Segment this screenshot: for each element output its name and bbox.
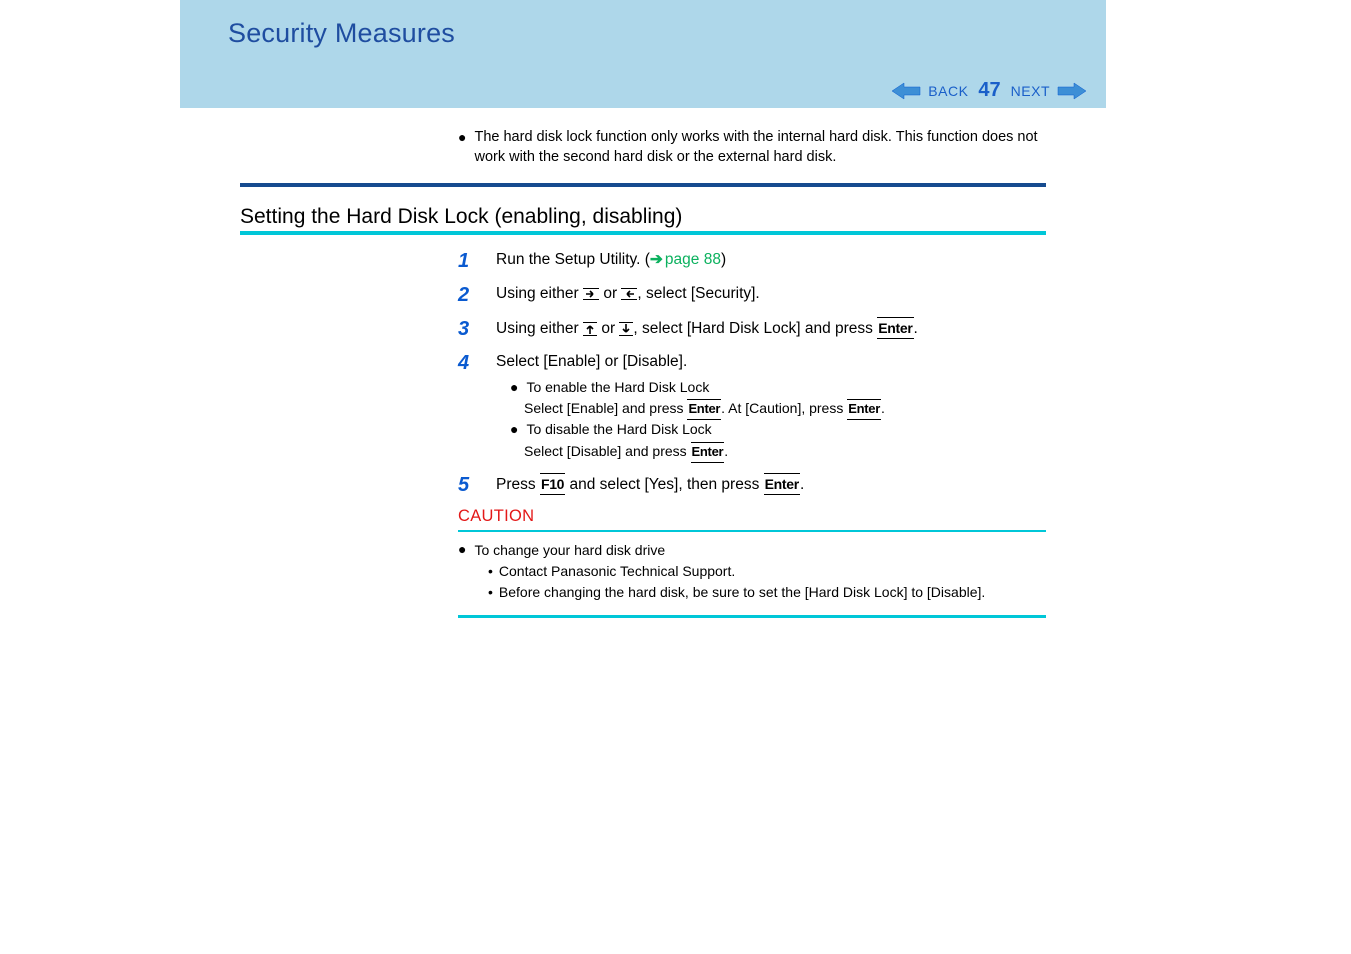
down-arrow-key-icon — [619, 322, 633, 336]
enter-key-icon: Enter — [877, 317, 913, 339]
step-text: . — [914, 320, 918, 337]
step-4: 4 Select [Enable] or [Disable]. ● To ena… — [458, 351, 1046, 463]
divider-dark — [240, 183, 1046, 187]
page-link[interactable]: page 88 — [665, 251, 721, 268]
enter-key-icon: Enter — [764, 473, 800, 495]
step-text: . — [800, 476, 804, 493]
enter-key-icon: Enter — [847, 399, 881, 420]
caution-label: CAUTION — [458, 507, 1086, 526]
step-text: . — [724, 443, 728, 459]
step-text: Using either — [496, 285, 583, 302]
sub-bullet-text: Select [Disable] and press Enter. — [524, 441, 1046, 463]
sub-bullets: ● To enable the Hard Disk Lock Select [E… — [510, 378, 1046, 463]
caution-sub-text: Before changing the hard disk, be sure t… — [499, 582, 985, 603]
next-button[interactable]: NEXT — [1011, 83, 1050, 99]
caution-block: ● To change your hard disk drive • Conta… — [458, 540, 1046, 603]
step-number: 5 — [458, 473, 496, 497]
page: Security Measures BACK 47 NEXT ● The har… — [0, 0, 1162, 618]
step-number: 4 — [458, 351, 496, 375]
bullet-icon: • — [488, 582, 493, 603]
bullet-icon: ● — [458, 540, 466, 561]
divider-cyan — [458, 530, 1046, 532]
step-body: Select [Enable] or [Disable]. ● To enabl… — [496, 351, 1046, 463]
nav-strip: BACK 47 NEXT — [892, 79, 1086, 102]
step-number: 2 — [458, 283, 496, 307]
enter-key-icon: Enter — [691, 442, 725, 463]
step-text: ) — [721, 251, 726, 268]
step-body: Using either or , select [Security]. — [496, 283, 1046, 305]
step-body: Press F10 and select [Yes], then press E… — [496, 473, 1046, 496]
step-text: Select [Enable] or [Disable]. — [496, 353, 687, 370]
step-number: 3 — [458, 317, 496, 341]
step-text: Press — [496, 476, 540, 493]
section-heading: Setting the Hard Disk Lock (enabling, di… — [240, 205, 1086, 229]
step-1: 1 Run the Setup Utility. (➔page 88) — [458, 249, 1046, 273]
enter-key-icon: Enter — [687, 399, 721, 420]
right-arrow-key-icon — [583, 288, 599, 300]
bullet-icon: ● — [510, 378, 518, 397]
step-text: and select [Yes], then press — [565, 476, 763, 493]
step-text: Run the Setup Utility. ( — [496, 251, 650, 268]
step-body: Using either or , select [Hard Disk Lock… — [496, 317, 1046, 340]
link-arrow-icon: ➔ — [650, 251, 663, 268]
step-3: 3 Using either or , select [Hard Disk Lo… — [458, 317, 1046, 341]
step-text: Select [Disable] and press — [524, 443, 691, 459]
sub-bullet-text: Select [Enable] and press Enter. At [Cau… — [524, 398, 1046, 420]
step-5: 5 Press F10 and select [Yes], then press… — [458, 473, 1046, 497]
page-header: Security Measures BACK 47 NEXT — [180, 0, 1106, 108]
step-2: 2 Using either or , select [Security]. — [458, 283, 1046, 307]
back-arrow-icon[interactable] — [892, 81, 922, 101]
back-button[interactable]: BACK — [928, 83, 968, 99]
left-arrow-key-icon — [621, 288, 637, 300]
sub-bullet-title: To disable the Hard Disk Lock — [526, 420, 711, 439]
caution-sub-text: Contact Panasonic Technical Support. — [499, 561, 735, 582]
bullet-icon: ● — [458, 128, 466, 167]
bullet-icon: • — [488, 561, 493, 582]
intro-note: ● The hard disk lock function only works… — [458, 128, 1046, 167]
step-text: . — [881, 400, 885, 416]
step-number: 1 — [458, 249, 496, 273]
step-text: , select [Hard Disk Lock] and press — [633, 320, 877, 337]
sub-bullet-title: To enable the Hard Disk Lock — [526, 378, 709, 397]
content-area: ● The hard disk lock function only works… — [180, 108, 1106, 618]
caution-main-text: To change your hard disk drive — [474, 540, 665, 561]
step-text: Select [Enable] and press — [524, 400, 687, 416]
f10-key-icon: F10 — [540, 473, 565, 495]
step-text: . At [Caution], press — [721, 400, 847, 416]
page-number: 47 — [978, 79, 1000, 102]
step-text: Using either — [496, 320, 583, 337]
divider-cyan — [458, 615, 1046, 618]
steps-list: 1 Run the Setup Utility. (➔page 88) 2 Us… — [458, 249, 1046, 497]
step-text: , select [Security]. — [637, 285, 759, 302]
step-text: or — [597, 320, 619, 337]
page-title: Security Measures — [180, 18, 1106, 49]
divider-cyan — [240, 231, 1046, 235]
intro-note-text: The hard disk lock function only works w… — [474, 128, 1046, 167]
step-text: or — [599, 285, 621, 302]
bullet-icon: ● — [510, 420, 518, 439]
step-body: Run the Setup Utility. (➔page 88) — [496, 249, 1046, 271]
next-arrow-icon[interactable] — [1056, 81, 1086, 101]
up-arrow-key-icon — [583, 322, 597, 336]
